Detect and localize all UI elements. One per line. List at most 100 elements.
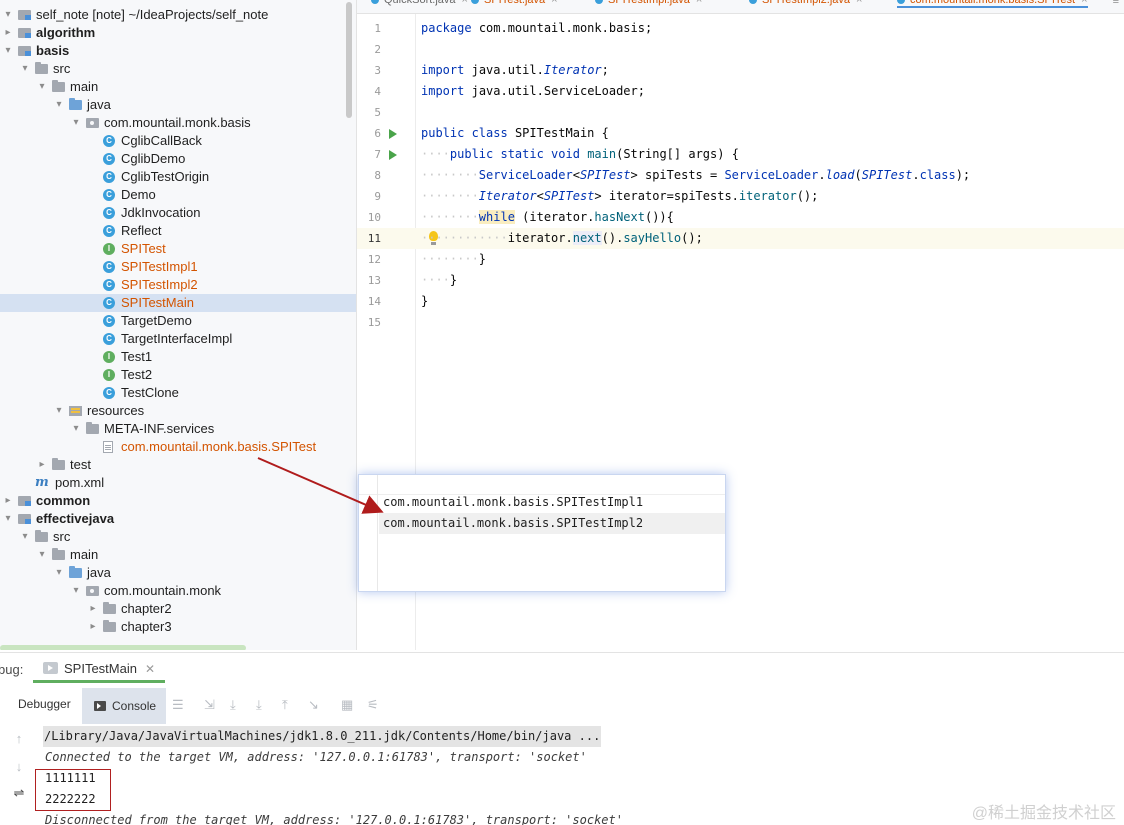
tree-item[interactable]: C Reflect xyxy=(0,222,356,240)
code-line[interactable]: 10 ········while (iterator.hasNext()){ xyxy=(357,207,1124,228)
editor-tab[interactable]: SPITest.java × xyxy=(471,0,558,8)
tree-item[interactable]: C TestClone xyxy=(0,384,356,402)
tree-item[interactable]: C CglibTestOrigin xyxy=(0,168,356,186)
chevron-down-icon[interactable]: ▾ xyxy=(2,6,14,24)
editor-tab[interactable]: SPITestImpl.java × xyxy=(595,0,702,8)
tree-item[interactable]: ▾ java xyxy=(0,96,356,114)
tree-item[interactable]: C Demo xyxy=(0,186,356,204)
tree-item[interactable]: ▾ self_note [note] ~/IdeaProjects/self_no… xyxy=(0,6,356,24)
table-icon[interactable]: ▦ xyxy=(341,697,353,713)
code-line[interactable]: 12 ········} xyxy=(357,249,1124,270)
code-line[interactable]: 14} xyxy=(357,291,1124,312)
settings-icon[interactable]: ⚟ xyxy=(367,697,379,713)
code-line[interactable]: 4 import java.util.ServiceLoader; xyxy=(357,81,1124,102)
editor-tab[interactable]: QuickSort.java × xyxy=(371,0,468,8)
tree-item[interactable]: C JdkInvocation xyxy=(0,204,356,222)
step-over-icon[interactable]: ⤓ xyxy=(230,697,236,713)
code-line[interactable]: 2 xyxy=(357,39,1124,60)
restore-icon[interactable]: ⇲ xyxy=(204,697,215,713)
chevron-down-icon[interactable]: ▾ xyxy=(2,42,14,60)
close-icon[interactable]: × xyxy=(1081,0,1087,6)
close-icon[interactable]: ✕ xyxy=(145,662,155,676)
chevron-down-icon[interactable]: ▾ xyxy=(19,60,31,78)
chevron-right-icon[interactable]: ▸ xyxy=(36,456,48,474)
run-gutter-icon[interactable] xyxy=(389,150,397,160)
code-line[interactable]: 7 ····public static void main(String[] ar… xyxy=(357,144,1124,165)
close-icon[interactable]: × xyxy=(856,0,862,6)
chevron-down-icon[interactable]: ▾ xyxy=(70,114,82,132)
tree-item[interactable]: C TargetDemo xyxy=(0,312,356,330)
tree-item[interactable]: com.mountail.monk.basis.SPITest xyxy=(0,438,356,456)
close-icon[interactable]: × xyxy=(462,0,468,6)
tree-item[interactable]: ▸ chapter2 xyxy=(0,600,356,618)
preview-line[interactable]: com.mountail.monk.basis.SPITestImpl1 xyxy=(383,492,643,513)
chevron-right-icon[interactable]: ▸ xyxy=(87,600,99,618)
code-line[interactable]: 15 xyxy=(357,312,1124,333)
tree-item[interactable]: I Test2 xyxy=(0,366,356,384)
tree-item[interactable]: ▾ META-INF.services xyxy=(0,420,356,438)
chevron-down-icon[interactable]: ▾ xyxy=(36,78,48,96)
tree-item[interactable]: m pom.xml xyxy=(0,474,356,492)
soft-wrap-icon[interactable]: ⇌ xyxy=(10,785,28,801)
close-icon[interactable]: × xyxy=(551,0,557,6)
list-icon[interactable]: ☰ xyxy=(172,697,184,713)
close-icon[interactable]: × xyxy=(696,0,702,6)
tabs-menu-icon[interactable]: ≡ xyxy=(1113,0,1119,7)
run-gutter-icon[interactable] xyxy=(389,129,397,139)
tree-item[interactable]: ▾ src xyxy=(0,60,356,78)
debug-session-tab[interactable]: SPITestMain ✕ xyxy=(33,653,166,683)
editor-tab[interactable]: com.mountail.monk.basis.SPITest × xyxy=(897,0,1088,8)
tree-horizontal-scrollbar[interactable] xyxy=(0,645,246,650)
editor-tab[interactable]: SPITestImpl2.java × xyxy=(749,0,862,8)
chevron-down-icon[interactable]: ▾ xyxy=(2,510,14,528)
tree-item[interactable]: ▸ common xyxy=(0,492,356,510)
chevron-right-icon[interactable]: ▸ xyxy=(2,492,14,510)
chevron-right-icon[interactable]: ▸ xyxy=(87,618,99,636)
tree-item[interactable]: C SPITestImpl2 xyxy=(0,276,356,294)
code-line[interactable]: 1 package com.mountail.monk.basis; xyxy=(357,18,1124,39)
tree-item[interactable]: ▾ com.mountail.monk.basis xyxy=(0,114,356,132)
tree-item[interactable]: ▸ chapter3 xyxy=(0,618,356,636)
code-line[interactable]: 6 public class SPITestMain { xyxy=(357,123,1124,144)
code-line[interactable]: 13 ····} xyxy=(357,270,1124,291)
tree-item[interactable]: ▾ src xyxy=(0,528,356,546)
chevron-down-icon[interactable]: ▾ xyxy=(19,528,31,546)
tree-item[interactable]: I Test1 xyxy=(0,348,356,366)
down-arrow-icon[interactable]: ↓ xyxy=(10,759,28,774)
code-area[interactable]: 1 package com.mountail.monk.basis; 2 3 impor… xyxy=(357,18,1124,333)
tree-vertical-scrollbar[interactable] xyxy=(346,2,352,118)
chevron-down-icon[interactable]: ▾ xyxy=(36,546,48,564)
tree-item[interactable]: ▾ basis xyxy=(0,42,356,60)
tree-item[interactable]: I SPITest xyxy=(0,240,356,258)
tree-item[interactable]: ▸ test xyxy=(0,456,356,474)
chevron-down-icon[interactable]: ▾ xyxy=(70,582,82,600)
code-line[interactable]: 8 ········ServiceLoader<SPITest> spiTests… xyxy=(357,165,1124,186)
chevron-down-icon[interactable]: ▾ xyxy=(53,564,65,582)
code-line[interactable]: 11 ············iterator.next().sayHello()… xyxy=(357,228,1124,249)
tree-item[interactable]: ▾ com.mountain.monk xyxy=(0,582,356,600)
preview-line[interactable]: com.mountail.monk.basis.SPITestImpl2 xyxy=(383,513,643,534)
tree-item[interactable]: ▾ effectivejava xyxy=(0,510,356,528)
tree-item[interactable]: ▾ java xyxy=(0,564,356,582)
chevron-right-icon[interactable]: ▸ xyxy=(2,24,14,42)
chevron-down-icon[interactable]: ▾ xyxy=(53,402,65,420)
chevron-down-icon[interactable]: ▾ xyxy=(53,96,65,114)
tab-debugger[interactable]: Debugger xyxy=(18,697,71,711)
tree-item[interactable]: ▸ algorithm xyxy=(0,24,356,42)
tree-item[interactable]: C CglibDemo xyxy=(0,150,356,168)
tree-item[interactable]: ▾ main xyxy=(0,546,356,564)
code-line[interactable]: 9 ········Iterator<SPITest> iterator=spiT… xyxy=(357,186,1124,207)
step-out-icon[interactable]: ⤒ xyxy=(282,697,288,713)
code-line[interactable]: 3 import java.util.Iterator; xyxy=(357,60,1124,81)
tree-item[interactable]: ▾ main xyxy=(0,78,356,96)
tree-item[interactable]: ▾ resources xyxy=(0,402,356,420)
step-into-icon[interactable]: ⤓ xyxy=(256,697,262,713)
tree-item[interactable]: C TargetInterfaceImpl xyxy=(0,330,356,348)
tab-console[interactable]: Console xyxy=(82,688,166,724)
chevron-down-icon[interactable]: ▾ xyxy=(70,420,82,438)
tree-item[interactable]: C SPITestMain xyxy=(0,294,356,312)
tree-item[interactable]: C CglibCallBack xyxy=(0,132,356,150)
run-to-cursor-icon[interactable]: ↘ xyxy=(308,697,319,713)
code-line[interactable]: 5 xyxy=(357,102,1124,123)
up-arrow-icon[interactable]: ↑ xyxy=(10,731,28,746)
